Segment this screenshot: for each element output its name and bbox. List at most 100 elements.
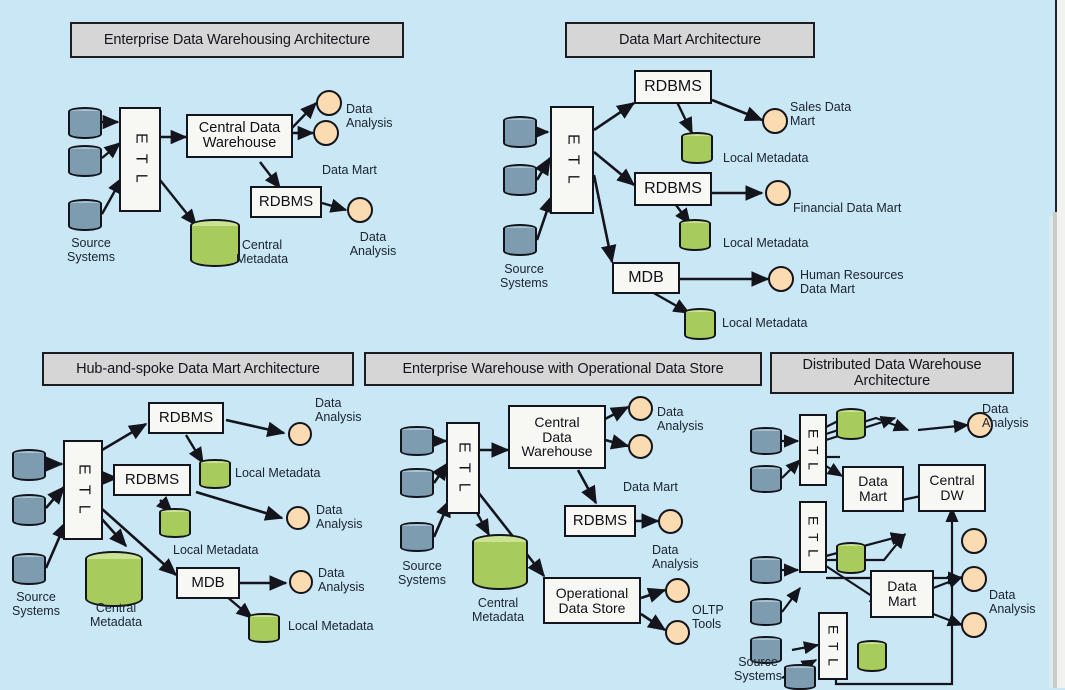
local-metadata-cylinder — [199, 459, 231, 489]
source-cylinder — [750, 465, 782, 493]
panel-title-distributed: Distributed Data Warehouse Architecture — [770, 352, 1014, 394]
local-metadata-label: Local Metadata — [288, 619, 374, 633]
data-analysis-label: Data Analysis — [982, 402, 1029, 430]
local-metadata-cylinder — [836, 408, 866, 440]
sales-data-mart-label: Sales Data Mart — [790, 100, 852, 128]
source-systems-label: Source Systems — [398, 559, 446, 587]
local-metadata-cylinder — [679, 219, 711, 251]
etl-label: E T L — [455, 441, 473, 495]
etl-label: E T L — [564, 133, 582, 187]
rdbms-box[interactable]: RDBMS — [634, 70, 712, 104]
rdbms-box[interactable]: RDBMS — [250, 186, 322, 218]
mdb-box[interactable]: MDB — [612, 262, 680, 294]
local-metadata-cylinder — [159, 508, 191, 538]
data-analysis-label: Data Analysis — [318, 566, 365, 594]
rdbms-box[interactable]: RDBMS — [113, 464, 191, 496]
data-analysis-label: Data Analysis — [316, 503, 363, 531]
data-mart-box[interactable]: Data Mart — [870, 570, 934, 618]
source-cylinder — [503, 224, 537, 256]
source-cylinder — [12, 553, 46, 585]
central-data-warehouse-box[interactable]: Central Data Warehouse — [186, 114, 293, 158]
oltp-tools-label: OLTP Tools — [692, 603, 724, 631]
data-analysis-label: Data Analysis — [315, 396, 362, 424]
data-mart-label: Data Mart — [322, 163, 377, 177]
diagram-canvas: Enterprise Data Warehousing Architecture… — [0, 0, 1065, 690]
local-metadata-cylinder — [684, 308, 716, 340]
source-systems-label: Source Systems — [12, 590, 60, 618]
data-analysis-label: Data Analysis — [652, 543, 699, 571]
etl-box[interactable]: E T L — [446, 422, 480, 514]
panel-title-hubspoke: Hub-and-spoke Data Mart Architecture — [42, 352, 354, 386]
panel-title-ods: Enterprise Warehouse with Operational Da… — [364, 352, 762, 386]
etl-box[interactable]: E T L — [119, 107, 161, 212]
capture-edge-strip — [1057, 0, 1065, 688]
etl-box[interactable]: E T L — [550, 106, 594, 214]
etl-box[interactable]: E T L — [799, 501, 827, 573]
central-metadata-cylinder — [472, 534, 528, 590]
etl-box[interactable]: E T L — [63, 440, 103, 540]
central-dw-box[interactable]: Central DW — [918, 464, 986, 512]
source-cylinder — [503, 164, 537, 196]
source-cylinder — [68, 107, 102, 139]
source-cylinder — [750, 427, 782, 455]
data-analysis-circle — [628, 434, 653, 459]
data-analysis-circle — [316, 90, 342, 116]
source-cylinder — [784, 664, 816, 690]
source-cylinder — [68, 145, 102, 177]
local-metadata-cylinder — [857, 640, 887, 672]
oltp-tools-circle — [665, 578, 690, 603]
etl-label: E T L — [805, 428, 822, 472]
data-analysis-circle — [289, 570, 313, 594]
source-systems-label: Source Systems — [500, 262, 548, 290]
source-systems-label: Source Systems — [67, 236, 115, 264]
data-analysis-label: Data Analysis — [657, 405, 704, 433]
local-metadata-label: Local Metadata — [723, 151, 809, 165]
data-analysis-circle — [628, 396, 653, 421]
local-metadata-cylinder — [681, 132, 713, 164]
data-analysis-circle — [961, 612, 987, 638]
data-analysis-circle — [347, 197, 373, 223]
etl-box[interactable]: E T L — [799, 414, 827, 486]
financial-data-mart-label: Financial Data Mart — [793, 201, 902, 215]
central-data-warehouse-box[interactable]: Central Data Warehouse — [508, 405, 606, 469]
etl-label: E T L — [805, 515, 822, 559]
source-cylinder — [400, 468, 434, 498]
data-analysis-circle — [658, 509, 683, 534]
data-analysis-circle — [961, 566, 987, 592]
local-metadata-label: Local Metadata — [173, 543, 259, 557]
capture-edge-strip — [1049, 216, 1053, 688]
sales-data-mart-circle — [762, 108, 788, 134]
operational-data-store-box[interactable]: Operational Data Store — [543, 577, 641, 624]
capture-edge-strip — [1053, 212, 1057, 688]
local-metadata-label: Local Metadata — [722, 316, 808, 330]
central-metadata-label: Central Metadata — [471, 596, 525, 624]
source-cylinder — [503, 116, 537, 148]
financial-data-mart-circle — [765, 180, 791, 206]
etl-label: E T L — [75, 463, 93, 517]
central-metadata-label: Central Metadata — [89, 601, 143, 629]
data-analysis-circle — [286, 506, 310, 530]
rdbms-box[interactable]: RDBMS — [148, 402, 224, 434]
data-mart-label: Data Mart — [623, 480, 678, 494]
panel-title-edw: Enterprise Data Warehousing Architecture — [70, 22, 404, 58]
local-metadata-cylinder — [836, 542, 866, 574]
data-analysis-circle — [313, 120, 339, 146]
data-analysis-label: Data Analysis — [349, 230, 397, 258]
local-metadata-label: Local Metadata — [235, 466, 321, 480]
source-systems-label: Source Systems — [734, 655, 782, 683]
etl-label: E T L — [132, 133, 150, 186]
data-analysis-circle — [288, 422, 312, 446]
central-metadata-label: Central Metadata — [235, 238, 289, 266]
local-metadata-label: Local Metadata — [723, 236, 809, 250]
central-metadata-cylinder — [85, 551, 143, 607]
source-cylinder — [750, 598, 782, 626]
source-cylinder — [12, 494, 46, 526]
etl-box[interactable]: E T L — [818, 612, 848, 680]
rdbms-box[interactable]: RDBMS — [634, 172, 712, 206]
rdbms-box[interactable]: RDBMS — [564, 505, 636, 537]
panel-title-datamart: Data Mart Architecture — [565, 22, 815, 58]
oltp-tools-circle — [665, 620, 690, 645]
hr-data-mart-label: Human Resources Data Mart — [800, 268, 904, 296]
mdb-box[interactable]: MDB — [176, 567, 240, 599]
data-mart-box[interactable]: Data Mart — [842, 466, 904, 512]
